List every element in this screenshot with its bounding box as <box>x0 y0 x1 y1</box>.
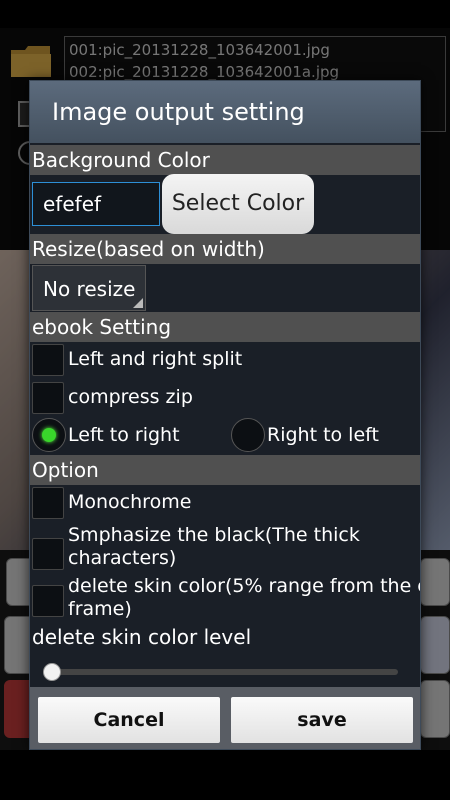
select-color-button[interactable]: Select Color <box>162 174 314 234</box>
skin-level-slider-track[interactable] <box>46 669 398 675</box>
save-button[interactable]: save <box>231 697 413 743</box>
ebook-setting-header: ebook Setting <box>30 312 420 342</box>
dialog-title: Image output setting <box>30 81 420 143</box>
resize-select[interactable]: No resize <box>32 265 146 311</box>
emphasize-black-label-line2: characters) <box>68 547 177 569</box>
left-to-right-label: Left to right <box>68 424 180 446</box>
skin-level-slider-thumb[interactable] <box>43 663 61 681</box>
emphasize-black-checkbox[interactable] <box>32 538 64 570</box>
dropdown-caret-icon <box>133 298 143 308</box>
delete-skin-color-label-line2: frame) <box>68 598 132 620</box>
right-to-left-label: Right to left <box>267 424 379 446</box>
left-to-right-radio-row[interactable]: Left to right <box>32 418 222 452</box>
compress-zip-checkbox[interactable] <box>32 382 64 414</box>
background-color-input[interactable]: efefef <box>32 182 160 226</box>
cancel-button[interactable]: Cancel <box>38 697 220 743</box>
delete-skin-color-label-line1: delete skin color(5% range from the cut <box>68 575 421 597</box>
monochrome-row[interactable]: Monochrome <box>32 486 412 520</box>
delete-skin-color-row[interactable]: delete skin color(5% range from the cut … <box>32 575 420 626</box>
option-header: Option <box>30 455 420 485</box>
right-to-left-radio-row[interactable]: Right to left <box>231 418 420 452</box>
emphasize-black-label-line1: Smphasize the black(The thick <box>68 524 360 546</box>
compress-zip-row[interactable]: compress zip <box>32 381 412 415</box>
left-right-split-label: Left and right split <box>68 348 243 370</box>
left-right-split-row[interactable]: Left and right split <box>32 343 412 377</box>
background-color-header: Background Color <box>30 145 420 175</box>
resize-select-value: No resize <box>43 277 136 301</box>
delete-skin-color-checkbox[interactable] <box>32 585 64 617</box>
resize-header: Resize(based on width) <box>30 234 420 264</box>
right-to-left-radio[interactable] <box>231 418 265 452</box>
compress-zip-label: compress zip <box>68 386 193 408</box>
monochrome-checkbox[interactable] <box>32 487 64 519</box>
image-output-setting-dialog: Image output setting Background Color ef… <box>29 80 421 750</box>
emphasize-black-row[interactable]: Smphasize the black(The thick characters… <box>32 524 420 577</box>
left-right-split-checkbox[interactable] <box>32 344 64 376</box>
radio-selected-indicator <box>42 428 56 442</box>
skin-level-label: delete skin color level <box>32 625 252 649</box>
dialog-button-bar: Cancel save <box>30 687 420 749</box>
monochrome-label: Monochrome <box>68 491 192 513</box>
left-to-right-radio[interactable] <box>32 418 66 452</box>
